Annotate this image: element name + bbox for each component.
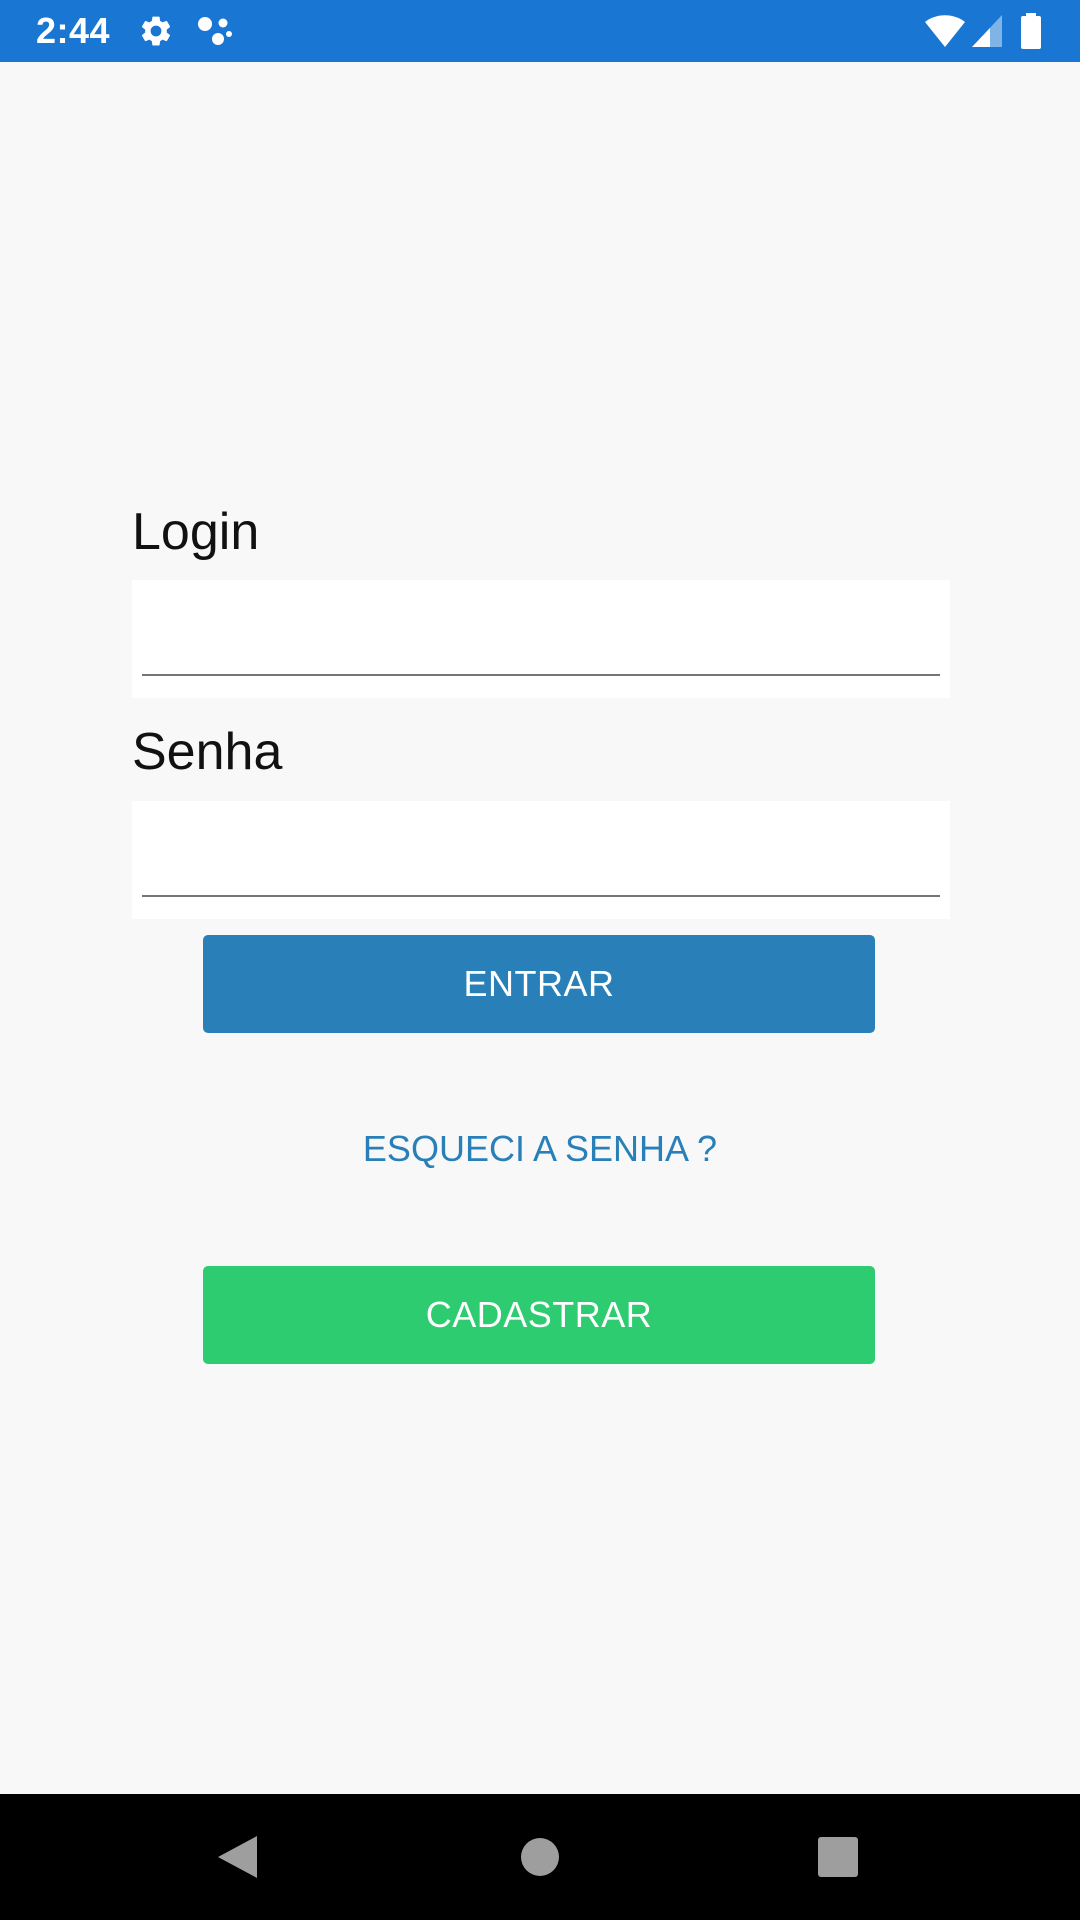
register-button[interactable]: CADASTRAR — [203, 1266, 875, 1364]
recents-icon[interactable] — [805, 1824, 871, 1890]
assistant-dots-icon — [196, 13, 236, 54]
password-input[interactable] — [142, 811, 940, 897]
forgot-password-link[interactable]: ESQUECI A SENHA ? — [0, 1128, 1080, 1170]
battery-icon — [1020, 13, 1042, 54]
enter-button[interactable]: ENTRAR — [203, 935, 875, 1033]
back-icon[interactable] — [204, 1824, 270, 1890]
home-icon[interactable] — [507, 1824, 573, 1890]
login-input[interactable] — [142, 590, 940, 676]
password-label: Senha — [132, 723, 283, 781]
password-field-container — [132, 801, 950, 919]
wifi-icon — [924, 13, 966, 54]
navigation-bar — [0, 1794, 1080, 1920]
gear-icon — [138, 13, 174, 54]
login-screen: 2:44 Login Senha ENTRAR ESQUECI A SENHA … — [0, 0, 1080, 1920]
login-label: Login — [132, 503, 260, 561]
login-field-container — [132, 580, 950, 698]
status-time: 2:44 — [36, 10, 111, 51]
signal-icon — [970, 13, 1004, 54]
status-bar: 2:44 — [0, 0, 1080, 62]
